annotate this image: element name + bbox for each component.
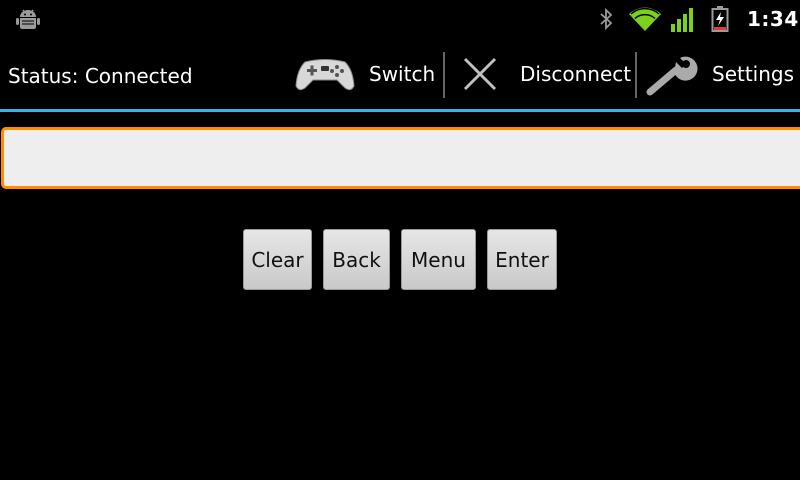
enter-button[interactable]: Enter — [487, 229, 557, 290]
action-separator — [443, 52, 445, 98]
gamepad-icon — [295, 59, 355, 91]
android-debug-icon — [16, 9, 40, 29]
action-separator — [635, 52, 637, 98]
connection-status: Status: Connected — [8, 64, 193, 88]
clear-button[interactable]: Clear — [243, 229, 312, 290]
switch-label: Switch — [369, 62, 436, 86]
cell-signal-icon — [671, 8, 693, 32]
battery-charging-icon — [711, 6, 729, 32]
settings-label: Settings — [712, 62, 795, 86]
system-status-bar: 1:34 — [0, 0, 800, 38]
text-input[interactable] — [1, 127, 800, 189]
action-bar-divider — [0, 109, 800, 112]
wrench-icon — [646, 56, 698, 96]
bluetooth-icon — [600, 8, 613, 30]
settings-button[interactable]: Settings — [646, 38, 794, 110]
disconnect-label: Disconnect — [520, 62, 632, 86]
close-icon — [463, 57, 497, 91]
wifi-icon — [629, 7, 661, 31]
clock: 1:34 — [747, 7, 799, 31]
menu-button[interactable]: Menu — [401, 229, 476, 290]
disconnect-button[interactable]: Disconnect — [460, 38, 631, 110]
back-button[interactable]: Back — [323, 229, 390, 290]
switch-button[interactable]: Switch — [295, 38, 435, 110]
action-bar: Status: Connected Switch Disconnect Sett… — [0, 38, 800, 110]
